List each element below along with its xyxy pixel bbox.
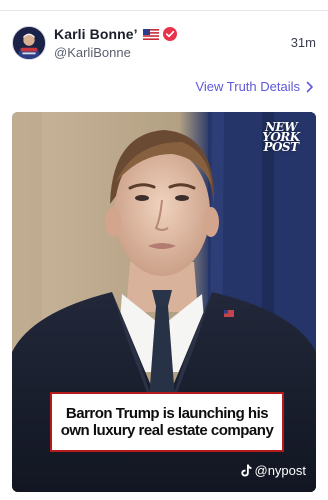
tiktok-watermark: @nypost <box>240 463 307 478</box>
author-name-row: Karli Bonne’ <box>54 24 177 44</box>
view-truth-details-label: View Truth Details <box>195 79 300 94</box>
us-flag-icon <box>142 28 159 40</box>
logo-line-3: POST <box>263 140 299 154</box>
headline-caption: Barron Trump is launching his own luxury… <box>60 405 274 439</box>
post-timestamp: 31m <box>290 35 316 50</box>
chevron-right-icon <box>306 81 313 92</box>
post-media[interactable]: NEW YORK POST Barron Trump is launching … <box>12 112 316 492</box>
author-handle[interactable]: @KarliBonne <box>54 45 177 60</box>
post-header: Karli Bonne’ @KarliBonne 31m <box>12 24 316 66</box>
post-page: Karli Bonne’ @KarliBonne 31m View Truth … <box>0 0 328 500</box>
verified-badge-icon <box>162 27 177 41</box>
view-truth-details-link[interactable]: View Truth Details <box>195 79 314 94</box>
tiktok-handle: @nypost <box>254 463 307 478</box>
avatar-image <box>13 27 45 59</box>
headline-caption-box: Barron Trump is launching his own luxury… <box>50 392 284 452</box>
top-divider <box>0 10 328 11</box>
tiktok-icon <box>240 464 251 477</box>
author-display-name[interactable]: Karli Bonne’ <box>54 26 138 42</box>
avatar[interactable] <box>12 26 46 60</box>
new-york-post-logo: NEW YORK POST <box>256 121 306 154</box>
author-block: Karli Bonne’ @KarliBonne <box>54 24 177 60</box>
